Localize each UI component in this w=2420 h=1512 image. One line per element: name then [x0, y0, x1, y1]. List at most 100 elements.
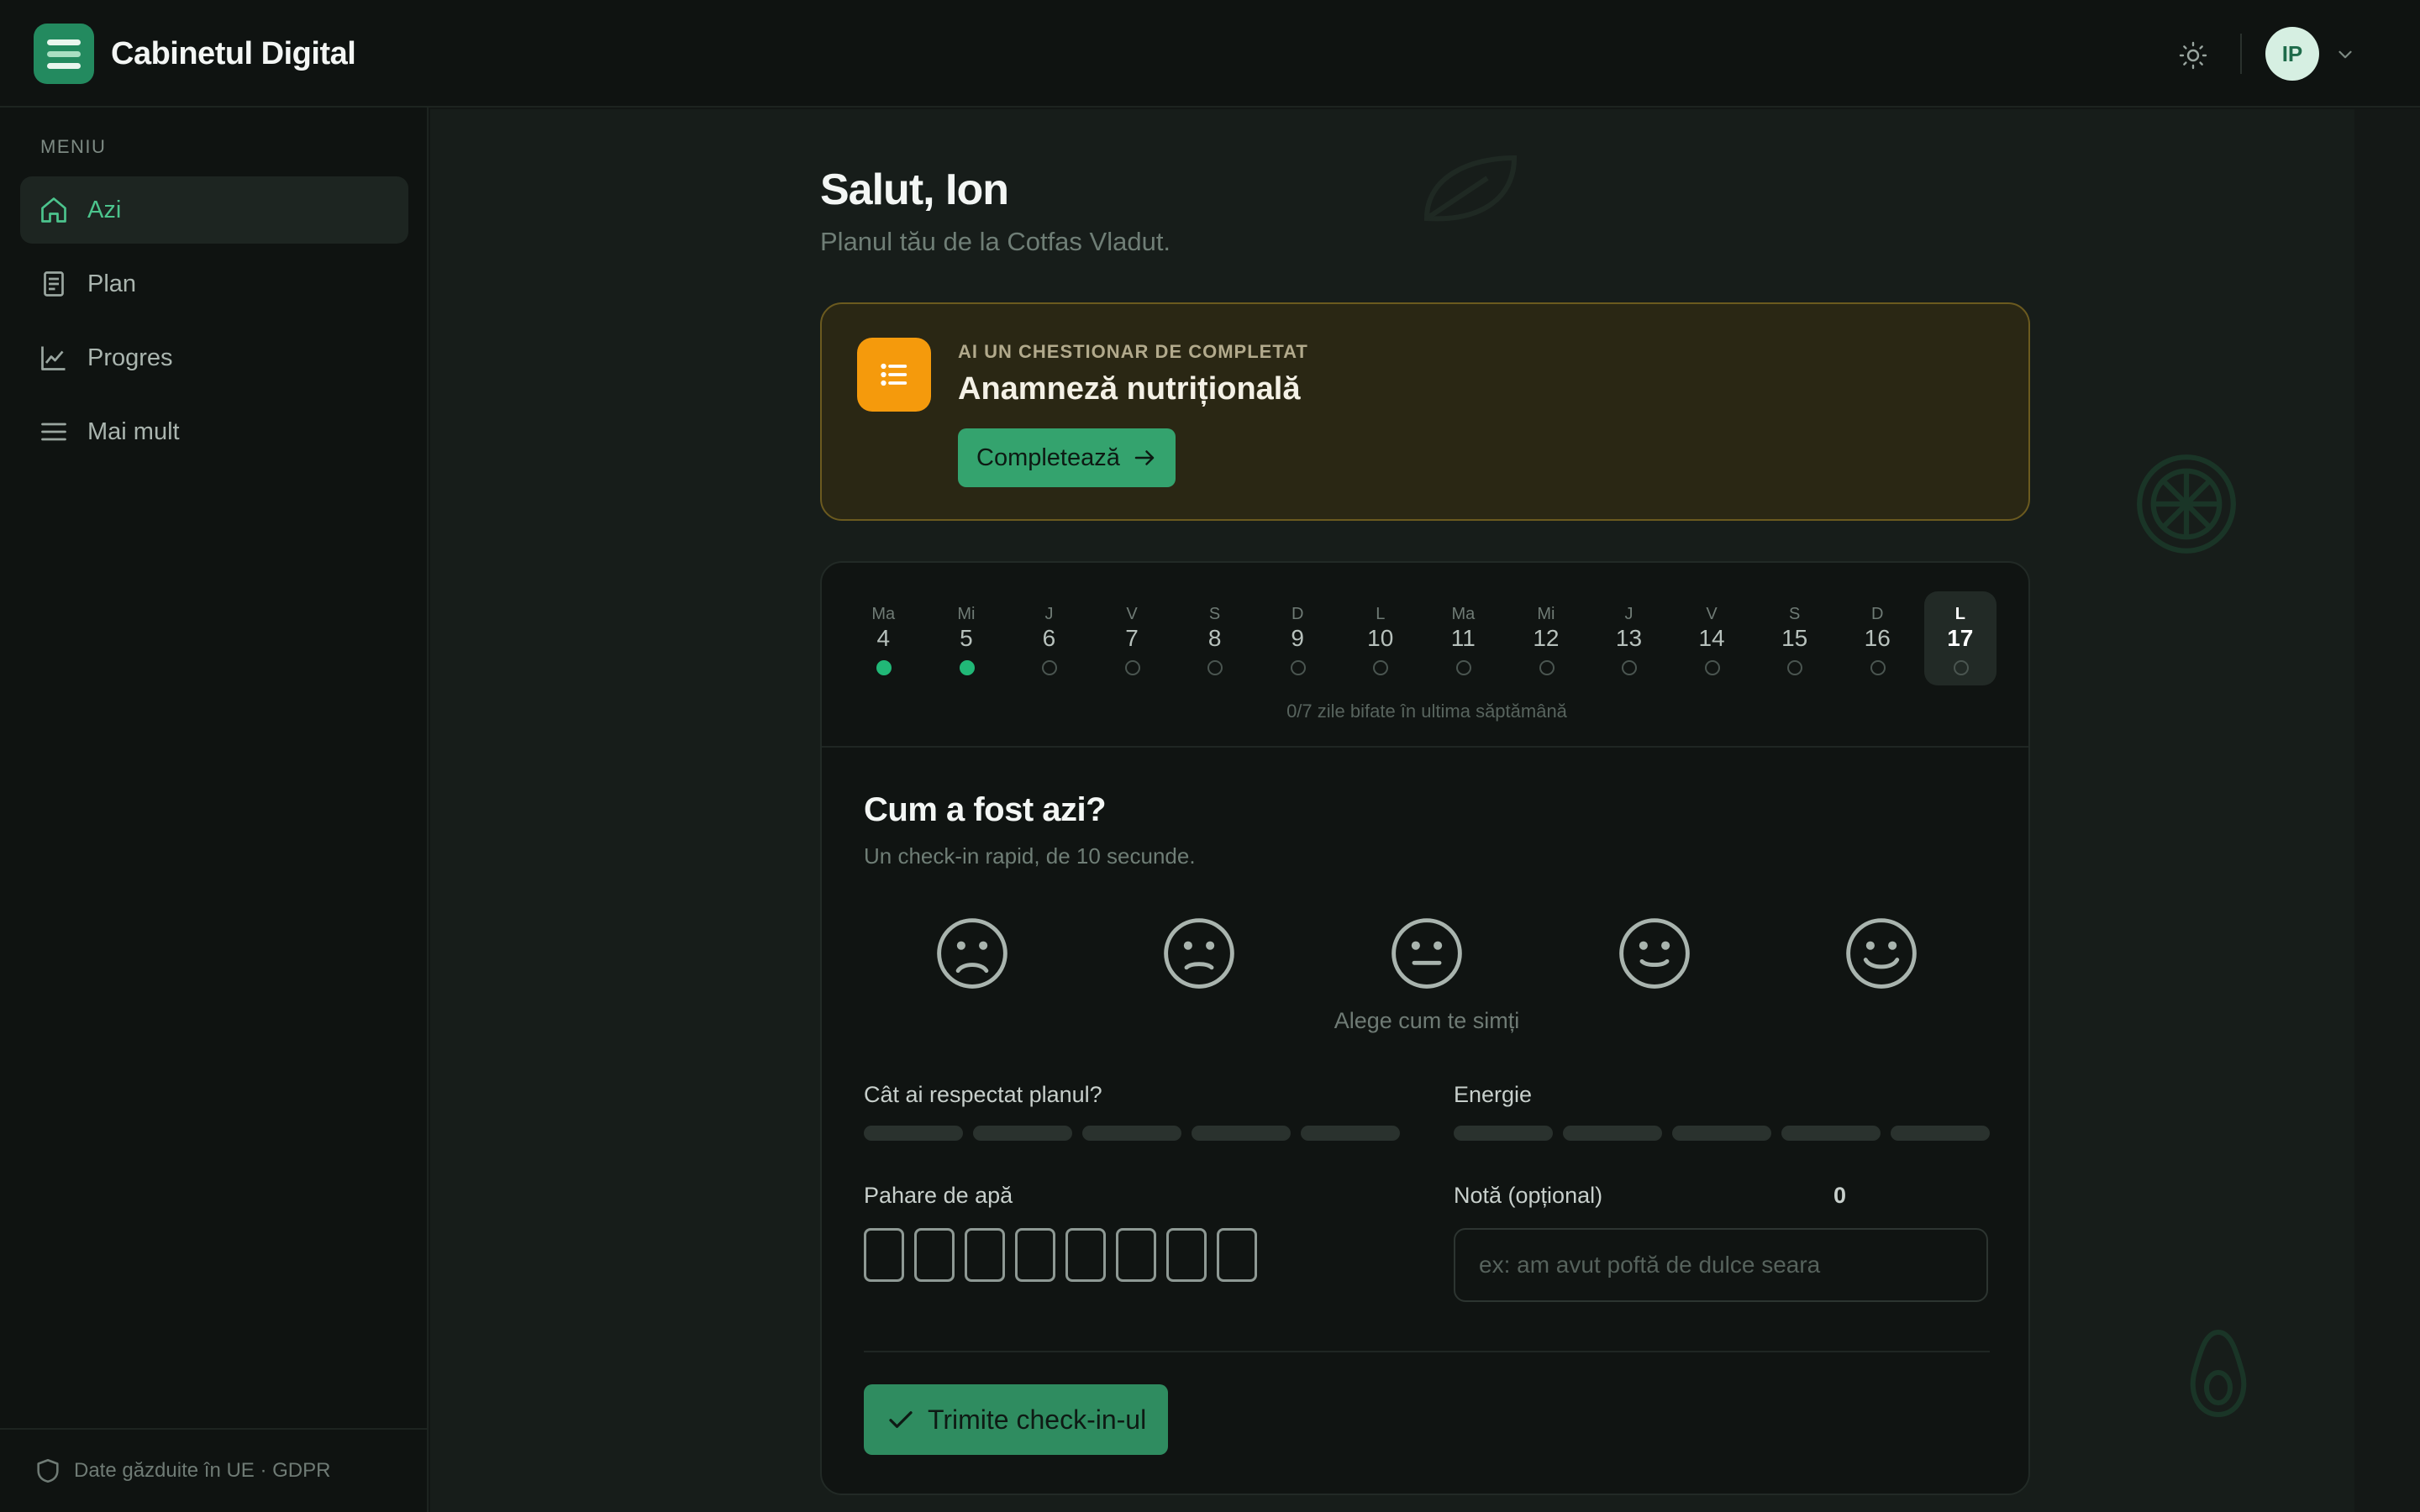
adherence-scale [864, 1126, 1400, 1141]
mood-very-sad-icon[interactable] [934, 916, 1010, 991]
brand[interactable]: Cabinetul Digital [34, 24, 356, 84]
day-number: 15 [1781, 625, 1808, 651]
energy-level-2[interactable] [1563, 1126, 1662, 1141]
page-title: Salut, Ion [820, 165, 1009, 214]
day-number: 5 [960, 625, 973, 651]
check-icon [889, 1411, 913, 1428]
mood-sad-icon[interactable] [1161, 916, 1237, 991]
shield-icon [37, 1458, 59, 1483]
sidebar-item-label: Progres [87, 344, 173, 371]
app-name: Cabinetul Digital [111, 35, 356, 71]
energy-level-5[interactable] [1891, 1126, 1990, 1141]
day-8[interactable]: S8 [1178, 591, 1251, 685]
water-glass-4[interactable] [1015, 1228, 1055, 1282]
water-glass-2[interactable] [914, 1228, 955, 1282]
checkin-title: Cum a fost azi? [864, 791, 1107, 828]
day-empty-dot [1953, 660, 1969, 675]
sidebar-item-mai-mult[interactable]: Mai mult [20, 398, 408, 465]
day-5[interactable]: Mi 5 [930, 591, 1003, 685]
sidebar-item-label: Azi [87, 196, 122, 223]
card-divider [822, 746, 2028, 748]
sidebar-item-azi[interactable]: Azi [20, 176, 408, 244]
water-glass-7[interactable] [1166, 1228, 1207, 1282]
day-16[interactable]: D 16 [1841, 591, 1914, 685]
adherence-level-2[interactable] [973, 1126, 1072, 1141]
leaf-decor-icon [1423, 155, 1518, 222]
sidebar-item-progres[interactable]: Progres [20, 324, 408, 391]
day-12[interactable]: Mi 12 [1510, 591, 1583, 685]
day-letter: V [1706, 605, 1718, 623]
arrow-right-icon [1134, 450, 1155, 465]
day-14[interactable]: V 14 [1676, 591, 1749, 685]
user-avatar[interactable]: IP [2265, 27, 2319, 81]
day-17[interactable]: L 17 [1923, 591, 1997, 685]
day-number: 4 [876, 625, 891, 651]
mood-happy-icon[interactable] [1617, 916, 1692, 991]
day-number: 12 [1533, 625, 1560, 651]
adherence-level-4[interactable] [1192, 1126, 1291, 1141]
day-number: 13 [1615, 625, 1643, 651]
day-6[interactable]: J6 [1013, 591, 1086, 685]
day-letter: S [1788, 605, 1801, 623]
day-letter: Mi [1537, 605, 1555, 623]
complete-questionnaire-button[interactable]: Completează [958, 428, 1176, 487]
day-letter: Ma [1451, 605, 1476, 623]
day-10[interactable]: L 10 [1344, 591, 1417, 685]
note-input[interactable] [1454, 1228, 1988, 1302]
adherence-level-1[interactable] [864, 1126, 963, 1141]
mood-neutral-icon[interactable] [1389, 916, 1465, 991]
day-11[interactable]: Ma 11 [1427, 591, 1500, 685]
theme-toggle-sun-icon[interactable] [2175, 37, 2212, 74]
day-letter: L [1954, 605, 1965, 623]
card-divider [864, 1351, 1990, 1352]
day-letter: V [1126, 605, 1138, 623]
sidebar: MENIU Azi Plan Progres Mai mult Date găz… [0, 108, 429, 1512]
app-logo-icon [34, 24, 94, 84]
day-empty-dot [1207, 660, 1223, 675]
day-number: 14 [1698, 625, 1725, 651]
day-empty-dot [1704, 660, 1720, 675]
day-7[interactable]: V7 [1096, 591, 1169, 685]
submit-checkin-button[interactable]: Trimite check-in-ul [864, 1384, 1169, 1455]
day-letter: D [1291, 605, 1304, 623]
water-glass-1[interactable] [864, 1228, 904, 1282]
adherence-level-5[interactable] [1301, 1126, 1400, 1141]
water-glass-5[interactable] [1065, 1228, 1106, 1282]
day-empty-dot [1456, 660, 1472, 675]
citrus-decor-icon [2137, 454, 2236, 554]
week-strip: Ma 4 Mi 5 J 6 V 7 S 8 D 9 L 10 Ma 11 Mi 12 J 13 V 14 S 15 D 16 L 17 [847, 591, 2007, 685]
day-letter: D [1871, 605, 1884, 623]
checkin-card: Ma 4 Mi 5 J 6 V 7 S 8 D 9 L 10 Ma 11 Mi 12 J 13 V 14 S 15 D 16 L 17… [820, 561, 2030, 1495]
questionnaire-card: AI UN CHESTIONAR DE COMPLETAT Anamneză n… [820, 302, 2030, 521]
energy-level-4[interactable] [1781, 1126, 1881, 1141]
sidebar-item-label: Plan [87, 270, 137, 297]
avocado-decor-icon [2190, 1329, 2247, 1418]
gdpr-note: Date găzduite în UE · GDPR [74, 1459, 331, 1482]
mood-hint: Alege cum te simți [1334, 1008, 1520, 1033]
day-4[interactable]: Ma 4 [847, 591, 920, 685]
day-9[interactable]: D9 [1261, 591, 1334, 685]
day-15[interactable]: S 15 [1758, 591, 1831, 685]
energy-level-1[interactable] [1454, 1126, 1553, 1141]
adherence-label: Cât ai respectat planul? [864, 1082, 1102, 1107]
sidebar-item-plan[interactable]: Plan [20, 250, 408, 318]
mood-very-happy-icon[interactable] [1844, 916, 1919, 991]
list-icon [857, 338, 931, 412]
day-letter: J [1624, 605, 1634, 623]
day-done-dot [876, 660, 892, 675]
water-glass-6[interactable] [1116, 1228, 1156, 1282]
sidebar-item-label: Mai mult [87, 417, 180, 445]
note-label: Notă (opțional) [1454, 1183, 1603, 1208]
day-empty-dot [1124, 660, 1140, 675]
water-glass-8[interactable] [1217, 1228, 1257, 1282]
day-13[interactable]: J 13 [1592, 591, 1665, 685]
week-summary: 0/7 zile bifate în ultima săptămână [1286, 701, 1567, 722]
water-glass-3[interactable] [965, 1228, 1005, 1282]
submit-button-label: Trimite check-in-ul [928, 1404, 1147, 1435]
chevron-down-icon[interactable] [2334, 44, 2356, 66]
day-done-dot [959, 660, 975, 675]
sidebar-nav: Azi Plan Progres Mai mult [20, 176, 408, 472]
adherence-level-3[interactable] [1082, 1126, 1181, 1141]
energy-level-3[interactable] [1672, 1126, 1771, 1141]
day-empty-dot [1870, 660, 1886, 675]
